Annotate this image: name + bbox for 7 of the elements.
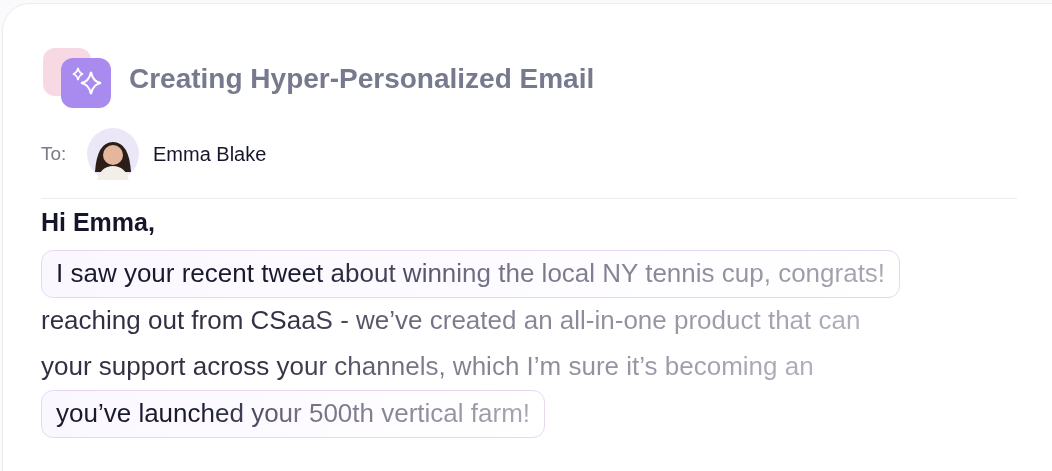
avatar [87, 128, 139, 180]
email-title: Creating Hyper-Personalized Email [129, 62, 595, 96]
to-label: To: [41, 141, 68, 166]
highlighted-sentence: I saw your recent tweet about winning the local NY tennis cup, congrats! [41, 249, 901, 298]
recipient-name: Emma Blake [153, 142, 267, 167]
greeting: Hi Emma, [41, 207, 156, 238]
highlighted-sentence: you’ve launched your 500th vertical farm! [41, 389, 546, 438]
